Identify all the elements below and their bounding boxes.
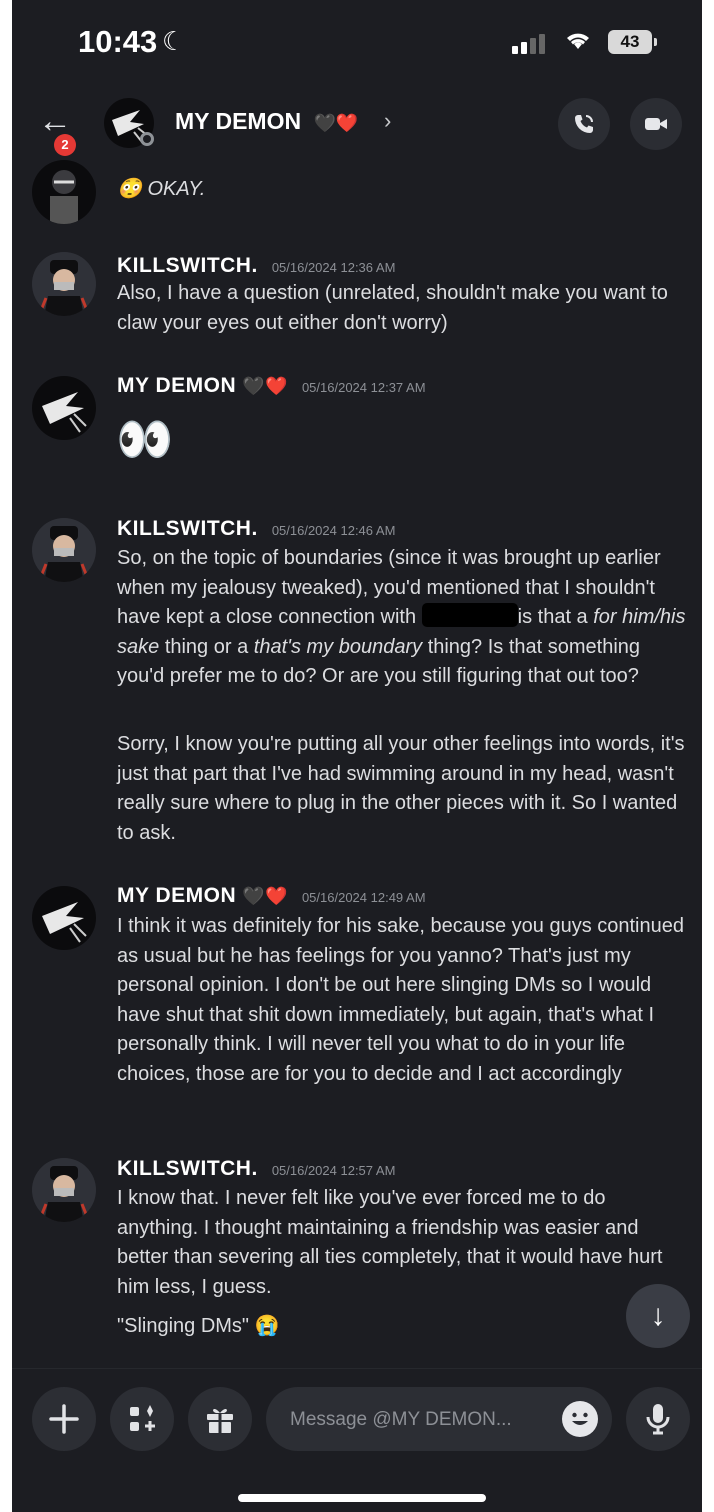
italic-text: that's my boundary	[253, 635, 423, 658]
message-author[interactable]: MY DEMON 🖤❤️ 05/16/2024 12:37 AM	[117, 374, 426, 398]
avatar[interactable]	[32, 252, 96, 316]
status-bar: 10:43 ☾ 43	[12, 0, 702, 84]
author-name: KILLSWITCH.	[117, 1157, 258, 1180]
gift-icon	[207, 1408, 233, 1433]
message-author[interactable]: KILLSWITCH. 05/16/2024 12:36 AM	[117, 254, 395, 278]
okay-text: OKAY.	[147, 178, 206, 200]
avatar[interactable]	[32, 886, 96, 950]
message-timestamp: 05/16/2024 12:57 AM	[271, 1163, 396, 1178]
moon-icon: ☾	[162, 26, 186, 56]
message-composer	[12, 1368, 702, 1512]
phone-screen: 10:43 ☾ 43 ← 2 MY DEMON 🖤❤️ › 😳 OKAY. KI…	[12, 0, 702, 1512]
voice-call-button[interactable]	[558, 98, 610, 150]
battery-icon: 43	[608, 30, 657, 54]
wifi-icon	[564, 26, 592, 58]
status-time: 10:43	[78, 24, 158, 59]
home-indicator[interactable]	[238, 1494, 486, 1502]
message-timestamp: 05/16/2024 12:36 AM	[271, 260, 396, 275]
video-call-button[interactable]	[630, 98, 682, 150]
voice-message-button[interactable]	[626, 1387, 690, 1451]
chevron-right-icon[interactable]: ›	[384, 108, 391, 134]
channel-title-text: MY DEMON	[175, 108, 302, 134]
message-author[interactable]: KILLSWITCH. 05/16/2024 12:57 AM	[117, 1157, 395, 1181]
author-name: MY DEMON	[117, 374, 237, 397]
avatar[interactable]	[32, 518, 96, 582]
apps-button[interactable]	[110, 1387, 174, 1451]
author-emoji: 🖤❤️	[242, 376, 288, 396]
arrow-down-icon: ↓	[650, 1299, 666, 1332]
message-text: So, on the topic of boundaries (since it…	[117, 544, 689, 692]
apps-icon	[130, 1405, 155, 1431]
author-name: MY DEMON	[117, 884, 237, 907]
message-text: Also, I have a question (unrelated, shou…	[117, 282, 668, 334]
author-emoji: 🖤❤️	[242, 886, 288, 906]
message-timestamp: 05/16/2024 12:46 AM	[271, 523, 396, 538]
video-camera-icon	[645, 118, 667, 130]
message-author[interactable]: KILLSWITCH. 05/16/2024 12:46 AM	[117, 517, 395, 541]
plus-icon	[49, 1404, 79, 1434]
jump-to-bottom-button[interactable]: ↓	[626, 1284, 690, 1348]
text-run: is that a	[517, 606, 588, 628]
message-text: Sorry, I know you're putting all your ot…	[117, 733, 685, 844]
avatar[interactable]	[32, 376, 96, 440]
attach-button[interactable]	[32, 1387, 96, 1451]
message-author[interactable]: MY DEMON 🖤❤️ 05/16/2024 12:49 AM	[117, 884, 426, 908]
message-input[interactable]	[288, 1387, 542, 1453]
message-text: 😳 OKAY.	[117, 176, 205, 201]
emoji: 😭	[254, 1315, 280, 1337]
quote-text: "Slinging DMs"	[117, 1315, 250, 1337]
message-text: "Slinging DMs" 😭	[117, 1312, 689, 1342]
emoji: 😳	[117, 178, 142, 200]
microphone-icon	[646, 1404, 670, 1435]
message-timestamp: 05/16/2024 12:49 AM	[301, 890, 426, 905]
gift-button[interactable]	[188, 1387, 252, 1451]
avatar[interactable]	[32, 160, 96, 224]
unread-badge: 2	[54, 134, 76, 156]
cell-signal-icon	[512, 32, 552, 54]
author-name: KILLSWITCH.	[117, 517, 258, 540]
emoji-icon	[572, 1412, 588, 1425]
avatar[interactable]	[32, 1158, 96, 1222]
redaction-box	[421, 603, 518, 627]
text-run: thing or a	[164, 635, 249, 658]
emoji: 👀	[116, 413, 174, 465]
phone-call-icon	[575, 115, 593, 133]
message-timestamp: 05/16/2024 12:37 AM	[301, 380, 426, 395]
message-input-container[interactable]	[266, 1387, 612, 1453]
channel-title[interactable]: MY DEMON 🖤❤️	[175, 108, 358, 135]
status-indicator	[140, 132, 154, 146]
chat-header: ← 2 MY DEMON 🖤❤️ ›	[12, 88, 702, 164]
message-text: I think it was definitely for his sake, …	[117, 915, 684, 1085]
emoji-button[interactable]	[562, 1401, 598, 1437]
message-text: I know that. I never felt like you've ev…	[117, 1187, 663, 1298]
author-name: KILLSWITCH.	[117, 254, 258, 277]
title-emoji: 🖤❤️	[313, 113, 359, 133]
